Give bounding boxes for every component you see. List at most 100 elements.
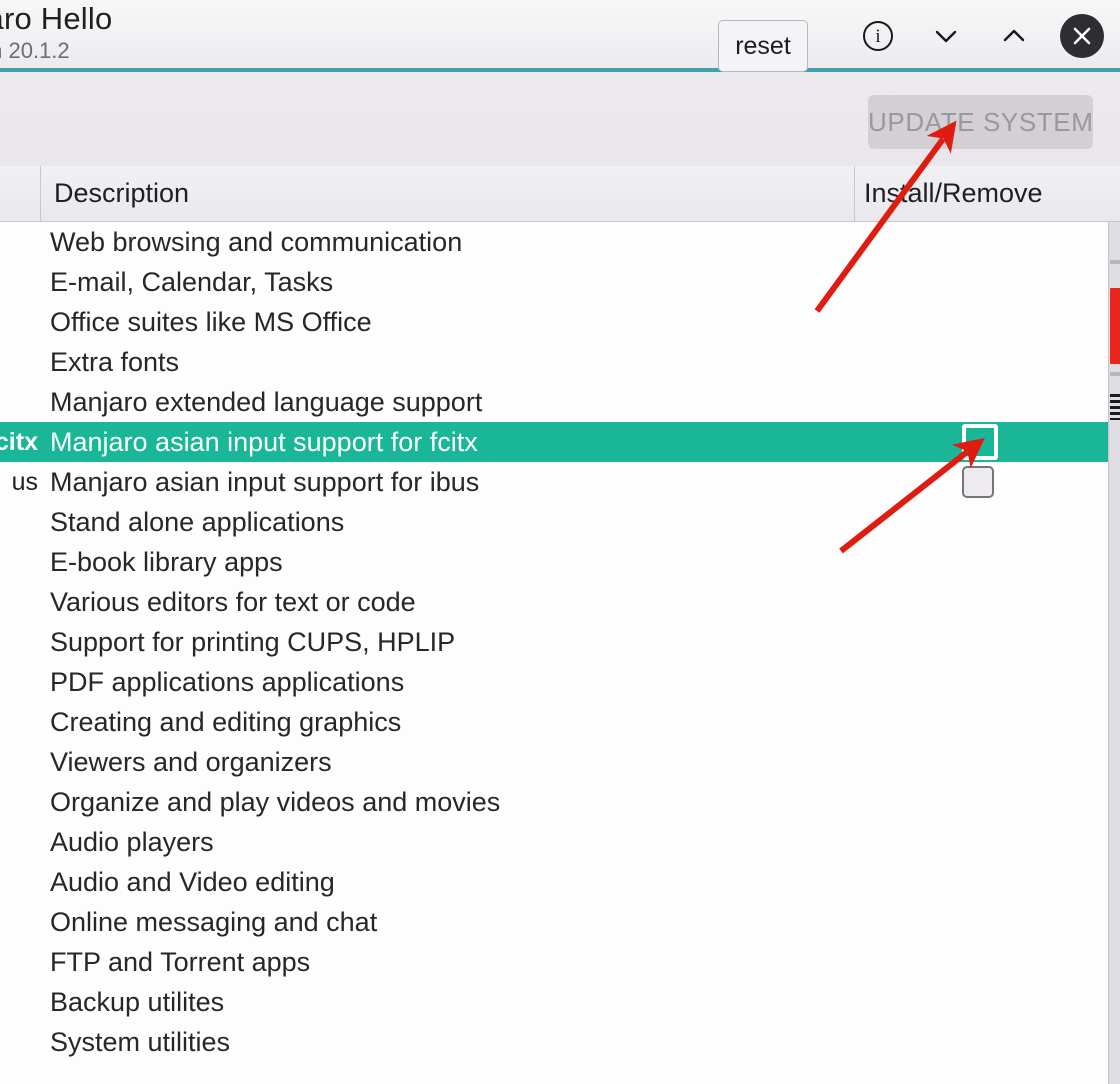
row-description: Viewers and organizers: [50, 746, 332, 777]
row-install-cell: [855, 222, 1120, 262]
row-install-cell: [855, 742, 1120, 782]
chevron-up-icon: [1003, 29, 1025, 42]
chevron-down-icon: [935, 30, 957, 43]
row-package-name: [0, 582, 40, 622]
row-description: Manjaro extended language support: [50, 386, 483, 417]
row-package-name: [0, 542, 40, 582]
row-package-name: [0, 662, 40, 702]
table-row[interactable]: us Manjaro asian input support for ibus: [0, 462, 1120, 502]
reset-button[interactable]: reset: [718, 20, 808, 72]
table-row[interactable]: Audio players: [0, 822, 1120, 862]
table-row[interactable]: Manjaro extended language support: [0, 382, 1120, 422]
row-package-name: [0, 942, 40, 982]
window-title: njaro Hello: [0, 1, 113, 36]
row-description: Backup utilites: [50, 986, 225, 1017]
row-package-name: [0, 982, 40, 1022]
column-header-name[interactable]: [0, 166, 41, 221]
row-description: Support for printing CUPS, HPLIP: [50, 626, 456, 657]
row-install-cell: [855, 1022, 1120, 1062]
table-row[interactable]: Backup utilites: [0, 982, 1120, 1022]
row-package-name: [0, 622, 40, 662]
table-row[interactable]: Organize and play videos and movies: [0, 782, 1120, 822]
row-package-name: [0, 502, 40, 542]
row-package-name: [0, 342, 40, 382]
row-package-name: [0, 742, 40, 782]
row-description: FTP and Torrent apps: [50, 946, 311, 977]
table-row[interactable]: PDF applications applications: [0, 662, 1120, 702]
table-row[interactable]: Creating and editing graphics: [0, 702, 1120, 742]
row-install-cell: [855, 662, 1120, 702]
row-description: PDF applications applications: [50, 666, 405, 697]
column-header-install-remove[interactable]: Install/Remove: [856, 166, 1120, 221]
row-package-name: us: [11, 468, 38, 496]
row-install-cell: [855, 462, 1120, 502]
row-description: Manjaro asian input support for fcitx: [50, 426, 478, 457]
table-row[interactable]: Viewers and organizers: [0, 742, 1120, 782]
row-description: Various editors for text or code: [50, 586, 416, 617]
row-package-name: citx: [0, 428, 38, 456]
table-row[interactable]: E-mail, Calendar, Tasks: [0, 262, 1120, 302]
window-subtitle: ikah 20.1.2: [0, 38, 70, 63]
scrollbar-mark: [1110, 372, 1120, 376]
row-install-cell: [855, 822, 1120, 862]
row-description: Extra fonts: [50, 346, 180, 377]
row-description: Online messaging and chat: [50, 906, 378, 937]
row-description: Web browsing and communication: [50, 226, 463, 257]
row-install-cell: [855, 622, 1120, 662]
row-install-cell: [855, 942, 1120, 982]
manjaro-hello-window: njaro Hello ikah 20.1.2 i: [0, 0, 1120, 1084]
row-description: Manjaro asian input support for ibus: [50, 466, 480, 497]
row-install-cell: [855, 502, 1120, 542]
install-checkbox[interactable]: [962, 424, 998, 460]
install-checkbox[interactable]: [962, 466, 994, 498]
window-controls: i: [856, 10, 1104, 62]
table-row[interactable]: E-book library apps: [0, 542, 1120, 582]
scrollbar-thumb[interactable]: [1110, 288, 1120, 364]
row-description: System utilities: [50, 1026, 231, 1057]
table-row[interactable]: Audio and Video editing: [0, 862, 1120, 902]
row-install-cell: [855, 582, 1120, 622]
table-row[interactable]: Online messaging and chat: [0, 902, 1120, 942]
info-button[interactable]: i: [856, 14, 900, 58]
close-button[interactable]: [1060, 14, 1104, 58]
row-install-cell: [855, 902, 1120, 942]
row-package-name: [0, 382, 40, 422]
row-install-cell: [855, 862, 1120, 902]
table-row[interactable]: Support for printing CUPS, HPLIP: [0, 622, 1120, 662]
row-description: E-book library apps: [50, 546, 283, 577]
row-install-cell: [855, 982, 1120, 1022]
table-row[interactable]: Office suites like MS Office: [0, 302, 1120, 342]
minimize-button[interactable]: [924, 14, 968, 58]
scrollbar-grip[interactable]: [1110, 394, 1120, 420]
package-list[interactable]: Web browsing and communication E-mail, Ca…: [0, 222, 1120, 1084]
close-icon: [1060, 14, 1104, 58]
info-icon: i: [863, 21, 893, 51]
row-package-name: [0, 822, 40, 862]
table-row[interactable]: System utilities: [0, 1022, 1120, 1062]
scrollbar-mark: [1110, 260, 1120, 264]
row-description: E-mail, Calendar, Tasks: [50, 266, 334, 297]
row-install-cell: [855, 342, 1120, 382]
vertical-scrollbar[interactable]: [1108, 222, 1120, 1084]
row-package-name: [0, 222, 40, 262]
row-description: Stand alone applications: [50, 506, 345, 537]
maximize-button[interactable]: [992, 14, 1036, 58]
update-system-button[interactable]: UPDATE SYSTEM: [868, 95, 1093, 149]
table-row[interactable]: Various editors for text or code: [0, 582, 1120, 622]
table-header: Description Install/Remove: [0, 166, 1120, 222]
row-package-name: [0, 1022, 40, 1062]
row-description: Audio and Video editing: [50, 866, 335, 897]
table-row[interactable]: Web browsing and communication: [0, 222, 1120, 262]
row-description: Creating and editing graphics: [50, 706, 402, 737]
title-bar: njaro Hello ikah 20.1.2 i: [0, 0, 1120, 68]
row-package-name: [0, 262, 40, 302]
column-header-description[interactable]: Description: [41, 166, 855, 221]
table-row[interactable]: citx Manjaro asian input support for fcit…: [0, 422, 1120, 462]
row-description: Office suites like MS Office: [50, 306, 372, 337]
row-description: Audio players: [50, 826, 214, 857]
table-row[interactable]: Extra fonts: [0, 342, 1120, 382]
table-row[interactable]: Stand alone applications: [0, 502, 1120, 542]
row-install-cell: [855, 262, 1120, 302]
row-package-name: [0, 862, 40, 902]
table-row[interactable]: FTP and Torrent apps: [0, 942, 1120, 982]
